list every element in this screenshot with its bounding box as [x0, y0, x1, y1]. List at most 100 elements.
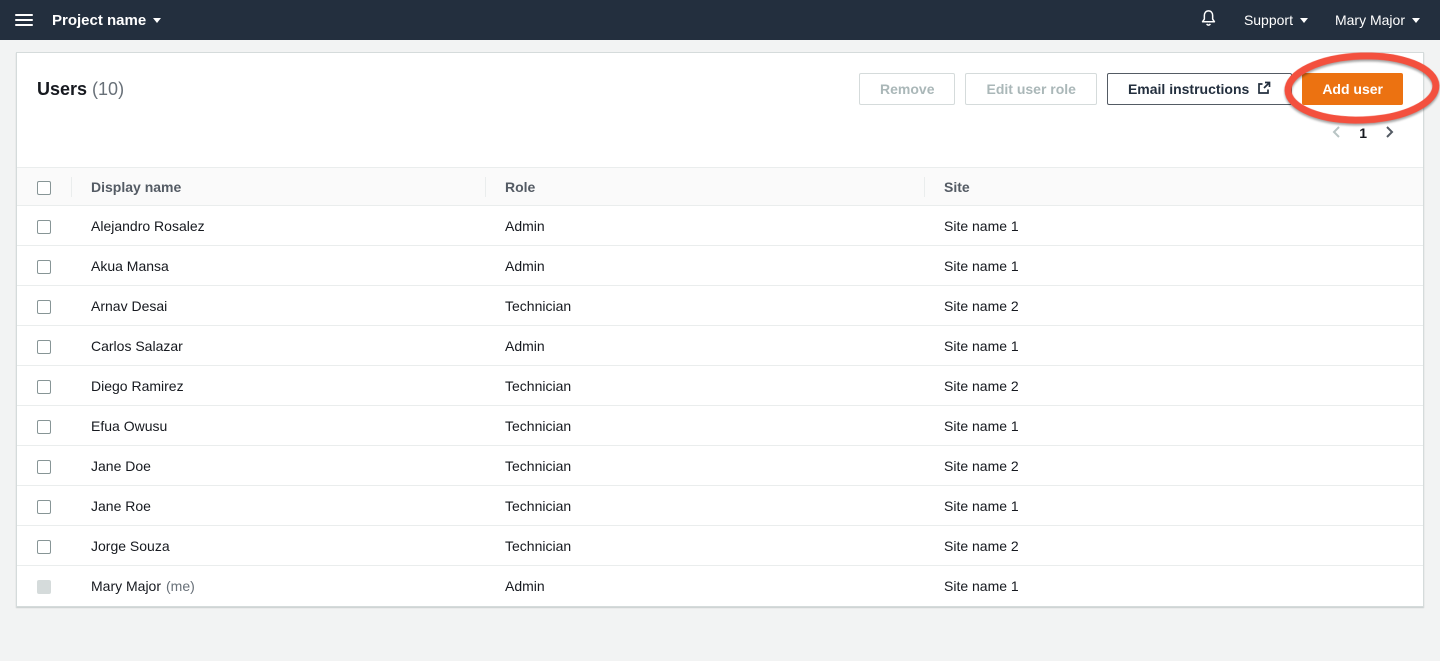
users-count: (10) [92, 79, 124, 99]
notifications-button[interactable] [1200, 9, 1217, 31]
row-checkbox[interactable] [37, 340, 51, 354]
user-role-cell: Technician [485, 526, 924, 566]
table-row: Arnav Desai Technician Site name 2 [17, 286, 1423, 326]
user-display-name-cell: Mary Major (me) [71, 566, 485, 606]
column-header-role: Role [485, 168, 924, 206]
select-all-checkbox[interactable] [37, 181, 51, 195]
user-role-cell: Technician [485, 366, 924, 406]
user-role-cell: Technician [485, 406, 924, 446]
user-display-name-cell: Jane Doe [71, 446, 485, 486]
user-display-name: Jane Roe [91, 498, 151, 514]
row-select-cell [17, 526, 71, 566]
table-row: Mary Major (me) Admin Site name 1 [17, 566, 1423, 606]
user-table-body: Alejandro Rosalez Admin Site name 1 Akua… [17, 206, 1423, 606]
user-display-name: Carlos Salazar [91, 338, 183, 354]
page-title-text: Users [37, 79, 87, 99]
email-instructions-label: Email instructions [1128, 81, 1249, 97]
select-all-cell [17, 168, 71, 206]
chevron-right-icon [1381, 124, 1397, 143]
row-select-cell [17, 446, 71, 486]
row-select-cell [17, 366, 71, 406]
page-title: Users(10) [37, 73, 124, 101]
project-menu[interactable]: Project name [52, 12, 161, 29]
user-menu-label: Mary Major [1335, 12, 1405, 28]
user-site-cell: Site name 2 [924, 366, 1423, 406]
user-site-cell: Site name 2 [924, 526, 1423, 566]
pagination-prev-button[interactable] [1323, 124, 1351, 143]
user-site-cell: Site name 1 [924, 206, 1423, 246]
row-checkbox[interactable] [37, 220, 51, 234]
user-me-suffix: (me) [166, 578, 195, 594]
support-menu-label: Support [1244, 12, 1293, 28]
table-header-row: Display name Role Site [17, 168, 1423, 206]
row-select-cell [17, 486, 71, 526]
top-navigation: Project name Support Mary Major [0, 0, 1440, 40]
chevron-left-icon [1329, 124, 1345, 143]
user-display-name-cell: Efua Owusu [71, 406, 485, 446]
pagination: 1 [1323, 121, 1403, 145]
users-table: Display name Role Site Alejandro Rosalez… [17, 167, 1423, 606]
table-row: Jane Doe Technician Site name 2 [17, 446, 1423, 486]
user-site-cell: Site name 1 [924, 486, 1423, 526]
column-header-site: Site [924, 168, 1423, 206]
user-site-cell: Site name 1 [924, 406, 1423, 446]
row-checkbox[interactable] [37, 420, 51, 434]
pagination-next-button[interactable] [1375, 124, 1403, 143]
user-site-cell: Site name 1 [924, 326, 1423, 366]
row-select-cell [17, 286, 71, 326]
external-link-icon [1257, 81, 1271, 98]
user-display-name: Diego Ramirez [91, 378, 184, 394]
row-checkbox[interactable] [37, 300, 51, 314]
bell-icon [1200, 9, 1217, 31]
user-display-name-cell: Jorge Souza [71, 526, 485, 566]
user-display-name-cell: Alejandro Rosalez [71, 206, 485, 246]
row-select-cell [17, 206, 71, 246]
table-row: Jane Roe Technician Site name 1 [17, 486, 1423, 526]
user-role-cell: Admin [485, 566, 924, 606]
user-display-name: Alejandro Rosalez [91, 218, 205, 234]
user-display-name: Arnav Desai [91, 298, 167, 314]
user-display-name-cell: Arnav Desai [71, 286, 485, 326]
row-checkbox[interactable] [37, 380, 51, 394]
table-row: Efua Owusu Technician Site name 1 [17, 406, 1423, 446]
user-display-name-cell: Akua Mansa [71, 246, 485, 286]
column-header-display-name: Display name [71, 168, 485, 206]
users-panel-header: Users(10) Remove Edit user role Email in… [17, 53, 1423, 145]
user-role-cell: Technician [485, 286, 924, 326]
user-menu[interactable]: Mary Major [1335, 12, 1420, 28]
edit-user-role-button[interactable]: Edit user role [965, 73, 1096, 105]
row-select-cell [17, 246, 71, 286]
project-menu-label: Project name [52, 12, 146, 29]
user-display-name: Jane Doe [91, 458, 151, 474]
table-actions: Remove Edit user role Email instructions… [859, 73, 1403, 105]
user-site-cell: Site name 1 [924, 566, 1423, 606]
remove-button[interactable]: Remove [859, 73, 955, 105]
pagination-page-1[interactable]: 1 [1351, 125, 1375, 141]
table-row: Jorge Souza Technician Site name 2 [17, 526, 1423, 566]
row-checkbox[interactable] [37, 540, 51, 554]
user-display-name-cell: Diego Ramirez [71, 366, 485, 406]
user-display-name-cell: Carlos Salazar [71, 326, 485, 366]
user-display-name: Mary Major [91, 578, 161, 594]
row-checkbox [37, 580, 51, 594]
chevron-down-icon [1300, 18, 1308, 23]
user-role-cell: Technician [485, 446, 924, 486]
table-row: Alejandro Rosalez Admin Site name 1 [17, 206, 1423, 246]
user-display-name: Jorge Souza [91, 538, 170, 554]
user-role-cell: Admin [485, 206, 924, 246]
support-menu[interactable]: Support [1244, 12, 1308, 28]
user-role-cell: Technician [485, 486, 924, 526]
user-site-cell: Site name 1 [924, 246, 1423, 286]
user-display-name: Efua Owusu [91, 418, 167, 434]
user-site-cell: Site name 2 [924, 286, 1423, 326]
row-checkbox[interactable] [37, 500, 51, 514]
user-site-cell: Site name 2 [924, 446, 1423, 486]
user-display-name-cell: Jane Roe [71, 486, 485, 526]
add-user-button[interactable]: Add user [1302, 73, 1403, 105]
hamburger-menu-icon[interactable] [15, 14, 33, 26]
row-checkbox[interactable] [37, 460, 51, 474]
row-checkbox[interactable] [37, 260, 51, 274]
users-panel: Users(10) Remove Edit user role Email in… [16, 52, 1424, 607]
email-instructions-button[interactable]: Email instructions [1107, 73, 1292, 105]
row-select-cell [17, 406, 71, 446]
